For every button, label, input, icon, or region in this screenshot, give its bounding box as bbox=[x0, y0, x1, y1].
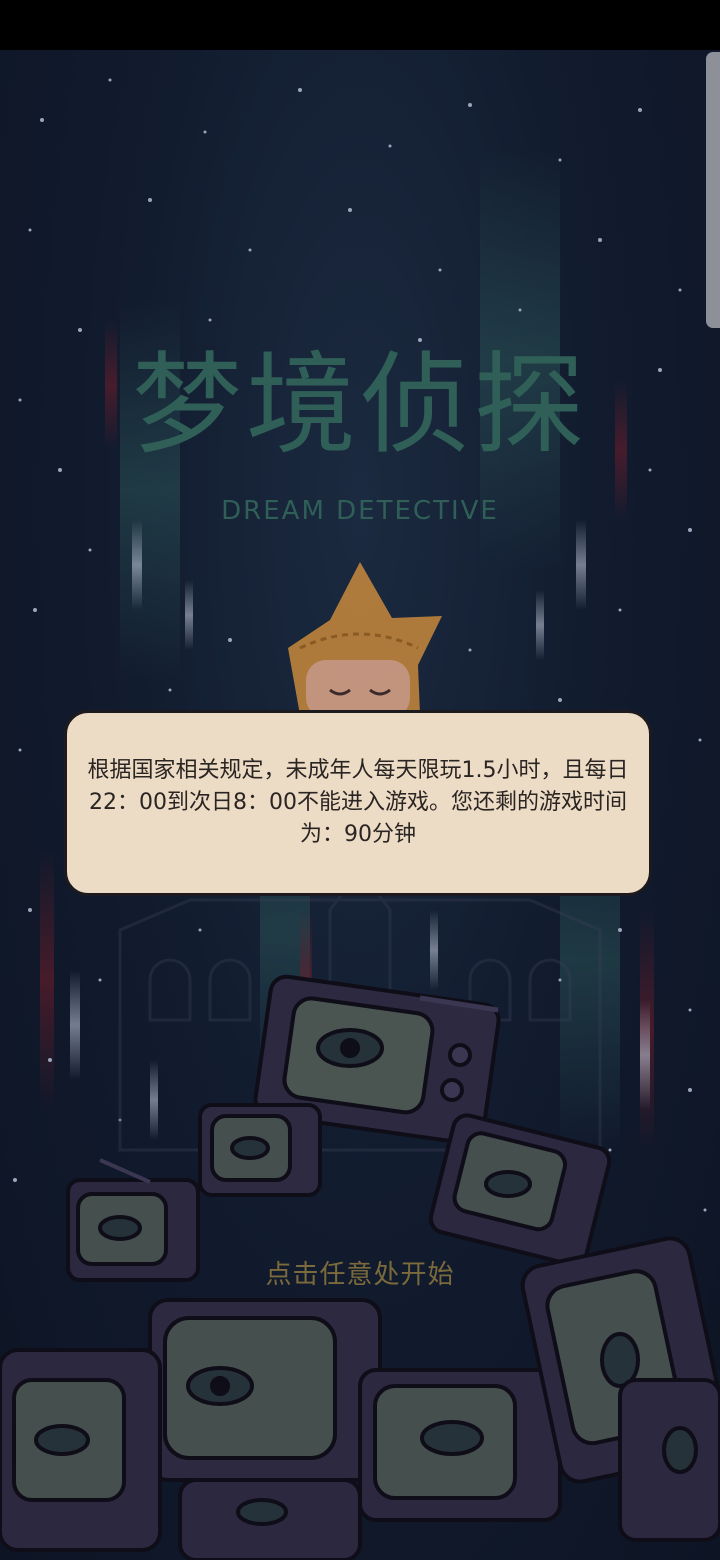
play-time-notice-text: 根据国家相关规定，未成年人每天限玩1.5小时，且每日22：00到次日8：00不能… bbox=[87, 758, 629, 847]
game-title-english: DREAM DETECTIVE bbox=[221, 496, 499, 526]
scroll-indicator[interactable] bbox=[706, 52, 720, 328]
tap-to-start-hint[interactable]: 点击任意处开始 bbox=[0, 1254, 720, 1291]
game-screen: 梦境侦探 DREAM DETECTIVE 根据国家相关规定，未成年人每天限玩1.… bbox=[0, 0, 720, 1560]
status-bar bbox=[0, 0, 720, 50]
play-time-notice-dialog: 根据国家相关规定，未成年人每天限玩1.5小时，且每日22：00到次日8：00不能… bbox=[64, 710, 652, 896]
game-title-chinese: 梦境侦探 bbox=[132, 341, 588, 469]
